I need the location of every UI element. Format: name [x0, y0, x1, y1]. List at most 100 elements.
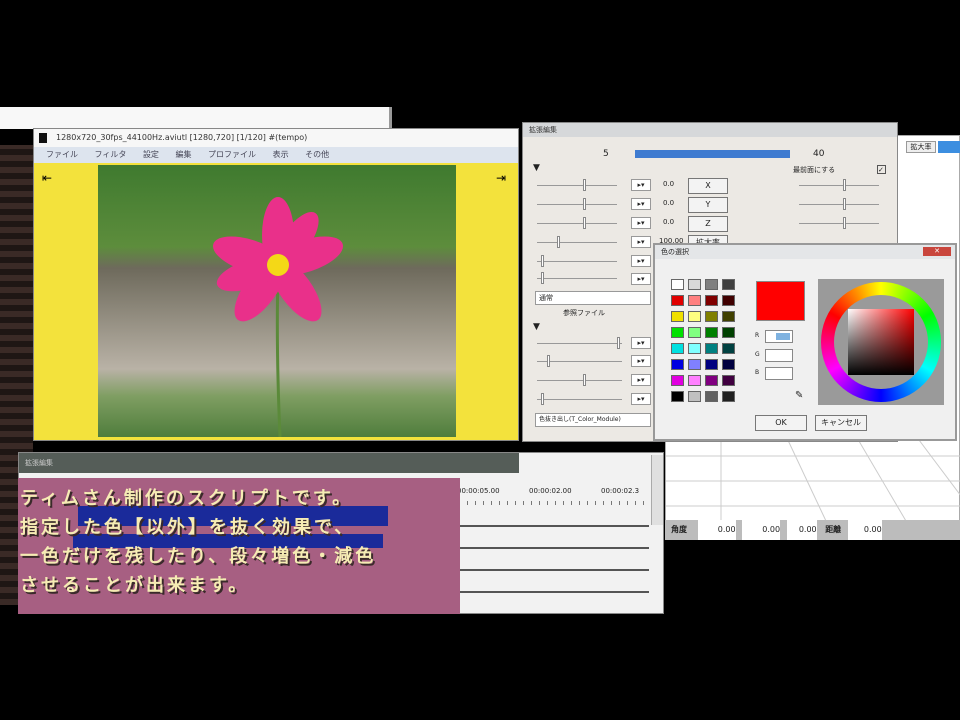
palette-swatch[interactable] — [688, 311, 701, 322]
spin-zoom[interactable]: ▸▾ — [631, 236, 651, 248]
palette-swatch[interactable] — [688, 359, 701, 370]
palette-swatch[interactable] — [688, 391, 701, 402]
palette-swatch[interactable] — [671, 375, 684, 386]
palette-swatch[interactable] — [688, 295, 701, 306]
spin-5[interactable]: ▸▾ — [631, 255, 651, 267]
palette-swatch[interactable] — [705, 311, 718, 322]
palette-swatch[interactable] — [688, 343, 701, 354]
angle-y[interactable]: 0.00 — [742, 520, 781, 540]
frame-range-bar[interactable] — [635, 150, 790, 158]
b-input[interactable] — [765, 367, 793, 380]
angle-z[interactable]: 0.00 — [786, 520, 817, 540]
frame-end: 40 — [813, 149, 825, 159]
timeline-scrollbar[interactable] — [651, 455, 663, 525]
dialog-title: 拡張編集 — [529, 126, 557, 134]
palette-swatch[interactable] — [722, 279, 735, 290]
palette-swatch[interactable] — [688, 327, 701, 338]
saturation-value-square[interactable] — [848, 309, 914, 375]
slider-y[interactable] — [537, 198, 617, 210]
collapse-icon-2[interactable]: ▼ — [533, 322, 540, 332]
g-input[interactable] — [765, 349, 793, 362]
slider-x[interactable] — [537, 179, 617, 191]
spin-6[interactable]: ▸▾ — [631, 273, 651, 285]
slider-right-z[interactable] — [799, 217, 879, 229]
palette-swatch[interactable] — [671, 311, 684, 322]
preview-image — [98, 165, 456, 437]
skip-start-icon[interactable]: ⇤ — [42, 171, 52, 185]
menu-file[interactable]: ファイル — [46, 150, 78, 159]
spin-y[interactable]: ▸▾ — [631, 198, 651, 210]
g-label: G — [755, 351, 760, 358]
menu-profile[interactable]: プロファイル — [208, 150, 256, 159]
menu-other[interactable]: その他 — [305, 150, 329, 159]
palette-swatch[interactable] — [705, 375, 718, 386]
skip-end-icon[interactable]: ⇥ — [496, 171, 506, 185]
palette-swatch[interactable] — [722, 343, 735, 354]
tab-zoom[interactable]: 拡大率 — [906, 141, 936, 153]
spin-color-4[interactable]: ▸▾ — [631, 393, 651, 405]
palette-swatch[interactable] — [688, 375, 701, 386]
cancel-button[interactable]: キャンセル — [815, 415, 867, 431]
time-1: 00:00:05.00 — [457, 487, 500, 495]
menu-bar: ファイル フィルタ 設定 編集 プロファイル 表示 その他 — [34, 147, 518, 163]
r-input[interactable] — [765, 330, 793, 343]
slider-color-2[interactable] — [537, 355, 622, 367]
value-z: 0.0 — [663, 218, 675, 226]
palette-swatch[interactable] — [688, 279, 701, 290]
spin-color-3[interactable]: ▸▾ — [631, 374, 651, 386]
slider-right-y[interactable] — [799, 198, 879, 210]
palette-swatch[interactable] — [722, 311, 735, 322]
spin-color-1[interactable]: ▸▾ — [631, 337, 651, 349]
menu-edit[interactable]: 編集 — [175, 150, 191, 159]
angle-x[interactable]: 0.00 — [697, 520, 736, 540]
palette-swatch[interactable] — [722, 391, 735, 402]
slider-5[interactable] — [537, 255, 617, 267]
slider-6[interactable] — [537, 272, 617, 284]
palette-swatch[interactable] — [705, 359, 718, 370]
distance-label: 距離 — [825, 525, 842, 534]
distance-value[interactable]: 0.00 — [847, 520, 882, 540]
color-wheel-panel[interactable] — [818, 279, 944, 405]
time-2: 00:00:02.00 — [529, 487, 572, 495]
axis-y-button[interactable]: Y — [688, 197, 728, 213]
palette-swatch[interactable] — [722, 327, 735, 338]
palette-swatch[interactable] — [705, 391, 718, 402]
time-3: 00:00:02.3 — [601, 487, 640, 495]
ref-file-button[interactable]: 参照ファイル — [563, 308, 605, 318]
palette-swatch[interactable] — [722, 359, 735, 370]
palette-swatch[interactable] — [722, 295, 735, 306]
palette-swatch[interactable] — [671, 279, 684, 290]
spin-color-2[interactable]: ▸▾ — [631, 355, 651, 367]
collapse-icon[interactable]: ▼ — [533, 163, 540, 173]
menu-settings[interactable]: 設定 — [143, 150, 159, 159]
palette-swatch[interactable] — [722, 375, 735, 386]
palette-swatch[interactable] — [705, 295, 718, 306]
axis-z-button[interactable]: Z — [688, 216, 728, 232]
script-select[interactable]: 色抜き出し(T_Color_Module) — [535, 413, 651, 427]
slider-right-x[interactable] — [799, 179, 879, 191]
palette-swatch[interactable] — [705, 279, 718, 290]
menu-filter[interactable]: フィルタ — [95, 150, 127, 159]
slider-z[interactable] — [537, 217, 617, 229]
spin-z[interactable]: ▸▾ — [631, 217, 651, 229]
ok-button[interactable]: OK — [755, 415, 807, 431]
palette-swatch[interactable] — [705, 327, 718, 338]
axis-x-button[interactable]: X — [688, 178, 728, 194]
menu-view[interactable]: 表示 — [273, 150, 289, 159]
slider-color-4[interactable] — [537, 393, 622, 405]
topmost-checkbox-label: 最前面にする — [793, 166, 836, 174]
palette-swatch[interactable] — [671, 343, 684, 354]
spin-x[interactable]: ▸▾ — [631, 179, 651, 191]
palette-swatch[interactable] — [671, 359, 684, 370]
palette-swatch[interactable] — [671, 391, 684, 402]
palette-swatch[interactable] — [671, 295, 684, 306]
palette-swatch[interactable] — [705, 343, 718, 354]
slider-zoom[interactable] — [537, 236, 617, 248]
eyedropper-icon[interactable]: ✎ — [795, 390, 803, 401]
slider-color-3[interactable] — [537, 374, 622, 386]
slider-color-1[interactable] — [537, 337, 622, 349]
palette-swatch[interactable] — [671, 327, 684, 338]
blend-mode-select[interactable]: 通常 — [535, 291, 651, 305]
topmost-checkbox[interactable]: ✓ — [877, 165, 886, 174]
close-icon[interactable]: ✕ — [923, 247, 951, 256]
